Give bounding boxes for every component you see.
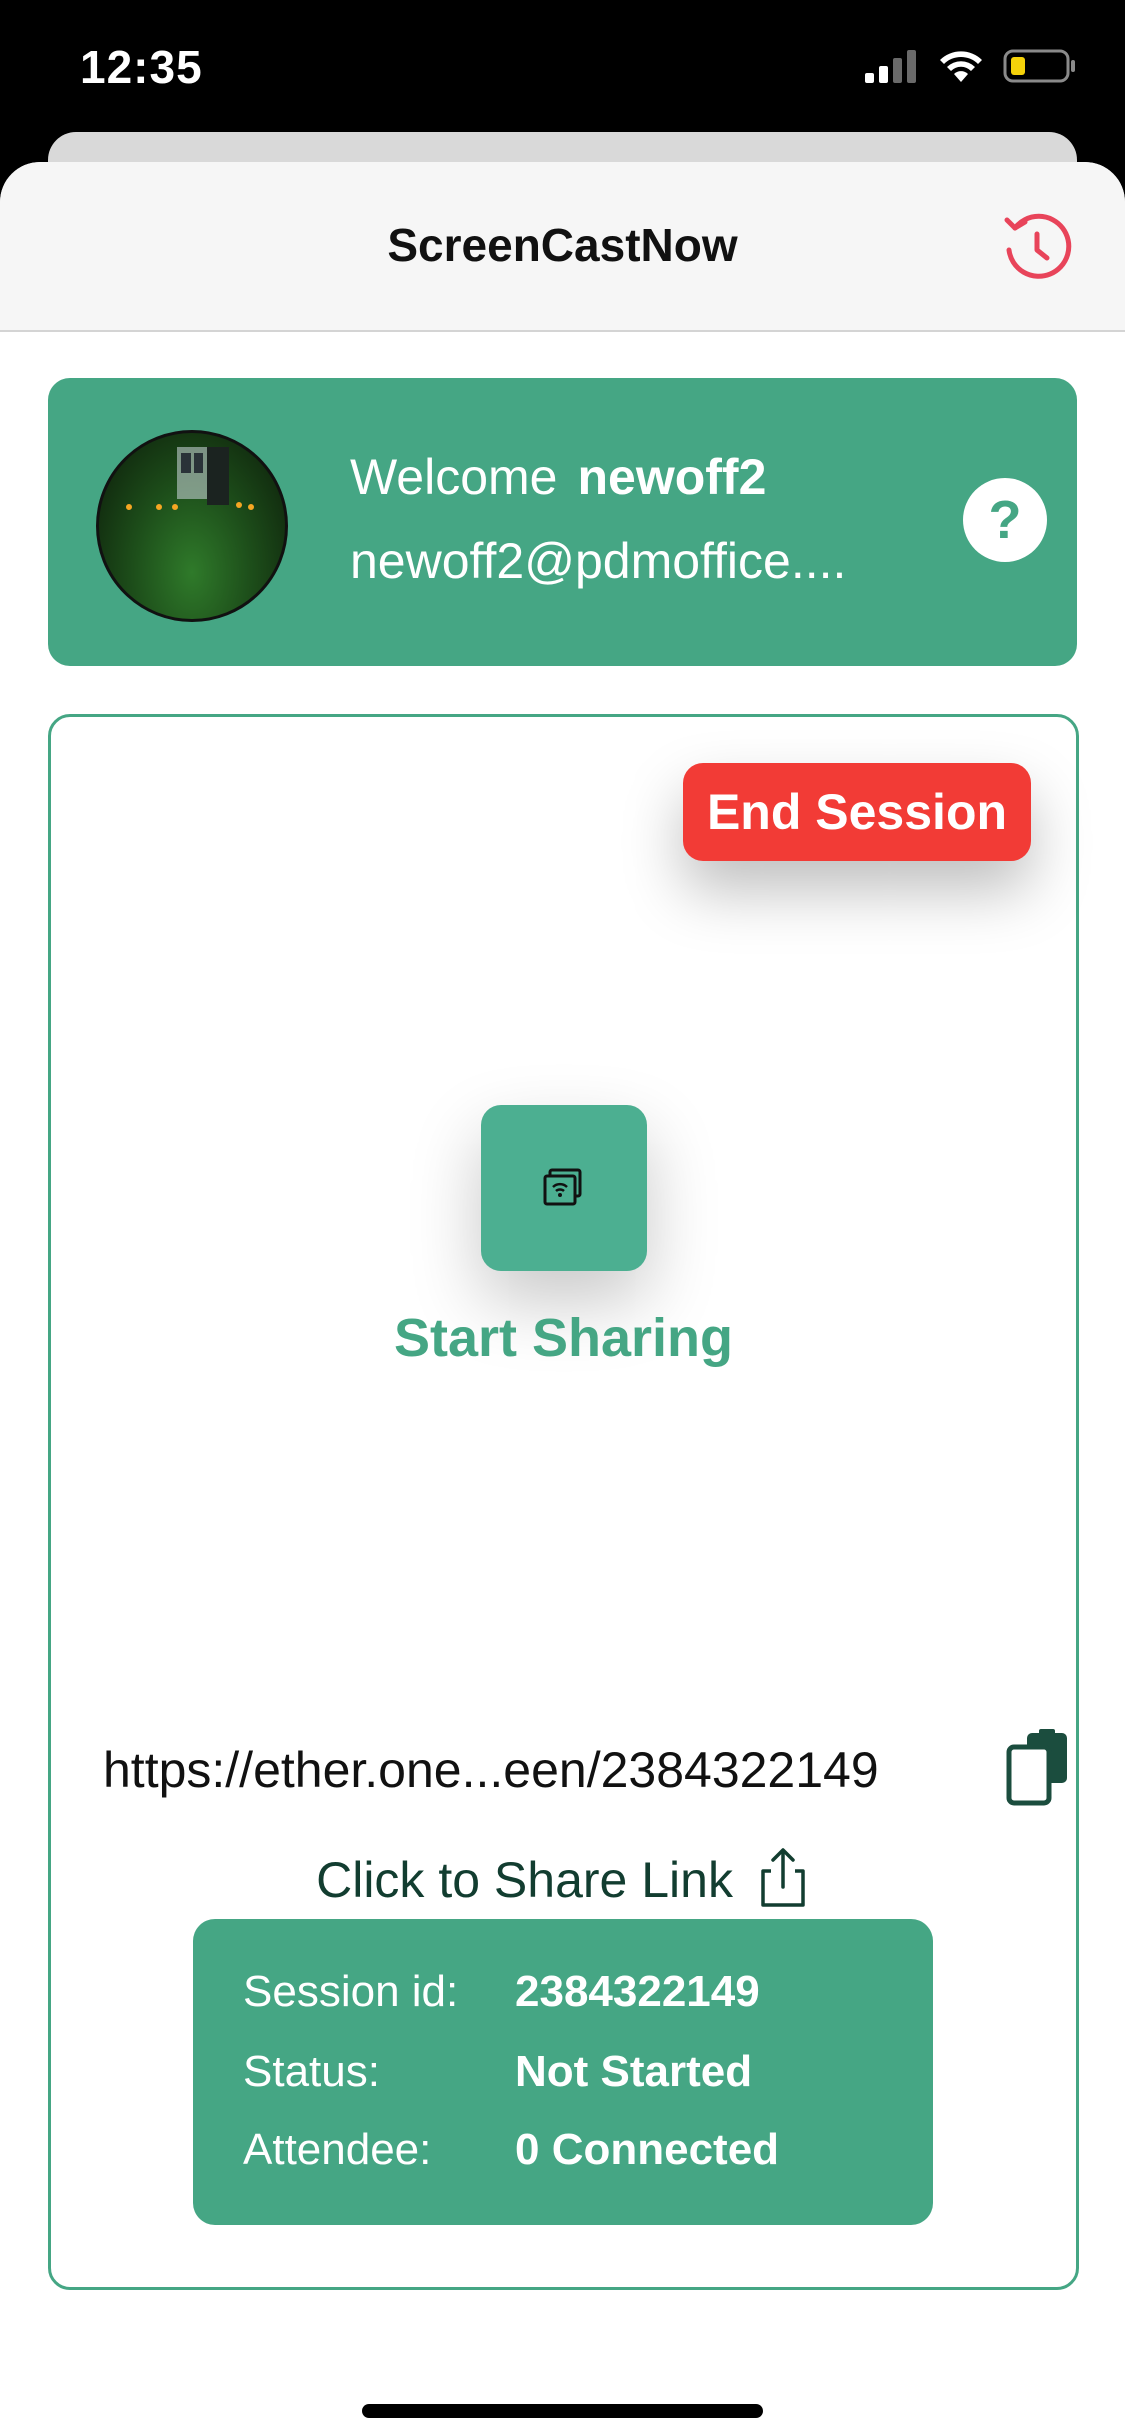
wifi-icon — [940, 51, 982, 82]
start-sharing-tile[interactable] — [481, 1105, 647, 1271]
welcome-card: Welcome newoff2 newoff2@pdmoffice.... ? — [48, 378, 1077, 666]
avatar-photo — [126, 447, 254, 510]
info-key: Status: — [243, 2047, 380, 2096]
nav-bar: ScreenCastNow — [0, 162, 1125, 332]
share-link-label: Click to Share Link — [316, 1852, 733, 1908]
welcome-greeting: Welcome — [350, 449, 558, 505]
signal-icon — [865, 50, 916, 83]
info-row-status: Status: Not Started — [243, 2047, 752, 2097]
status-icons — [863, 48, 1077, 84]
welcome-username: newoff2 — [577, 449, 767, 505]
end-session-button[interactable]: End Session — [683, 763, 1031, 861]
info-row-session-id: Session id: 2384322149 — [243, 1967, 760, 2017]
info-key: Attendee: — [243, 2125, 432, 2174]
page-title: ScreenCastNow — [387, 219, 738, 271]
info-value: 2384322149 — [515, 1967, 760, 2016]
welcome-line: Welcome newoff2 — [350, 448, 766, 506]
info-key: Session id: — [243, 1967, 459, 2016]
session-info-card: Session id: 2384322149 Status: Not Started… — [193, 1919, 933, 2225]
status-bar: 12:35 — [0, 0, 1125, 140]
screen-cast-icon — [543, 1168, 582, 1206]
info-row-attendee: Attendee: 0 Connected — [243, 2125, 779, 2175]
share-icon — [761, 1848, 805, 1907]
start-sharing-label[interactable]: Start Sharing — [51, 1307, 1076, 1369]
avatar[interactable] — [96, 430, 288, 622]
info-value: Not Started — [515, 2047, 753, 2096]
history-icon[interactable] — [1001, 210, 1077, 286]
info-value: 0 Connected — [515, 2125, 780, 2174]
battery-icon — [1003, 49, 1075, 83]
main-sheet: ScreenCastNow Welcome newoff2 newoff2@pd… — [0, 162, 1125, 2436]
session-link[interactable]: https://ether.one...een/2384322149 — [103, 1741, 879, 1799]
copy-icon[interactable] — [1003, 1729, 1073, 1809]
app-screen: 12:35 ScreenCastNow Welcome newoff2 newo… — [0, 0, 1125, 2436]
share-link-button[interactable]: Click to Share Link — [51, 1847, 1076, 1909]
session-link-row: https://ether.one...een/2384322149 — [103, 1729, 1067, 1809]
welcome-email: newoff2@pdmoffice.... — [350, 533, 847, 589]
help-button[interactable]: ? — [963, 478, 1047, 562]
status-time: 12:35 — [80, 41, 203, 93]
session-panel: End Session Start Sharing https://ether.… — [48, 714, 1079, 2290]
home-indicator[interactable] — [362, 2404, 763, 2418]
